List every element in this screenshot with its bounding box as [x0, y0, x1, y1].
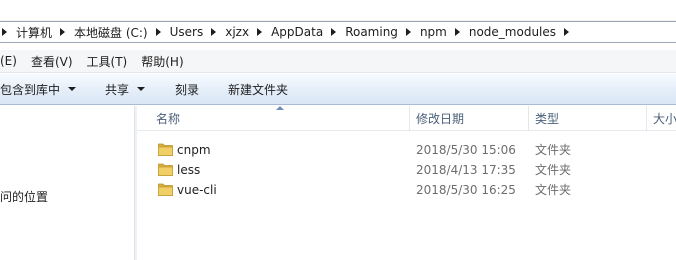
chevron-right-icon[interactable] — [454, 28, 460, 36]
menu-bar: (E) 查看(V) 工具(T) 帮助(H) — [0, 50, 676, 73]
navigation-pane: 问的位置 — [0, 106, 134, 260]
breadcrumb-roaming[interactable]: Roaming — [345, 25, 398, 39]
menu-view[interactable]: 查看(V) — [31, 53, 73, 70]
file-row[interactable]: cnpm 2018/5/30 15:06 文件夹 — [137, 140, 676, 160]
new-folder-button[interactable]: 新建文件夹 — [228, 81, 288, 98]
folder-icon — [158, 183, 173, 196]
share-button[interactable]: 共享 — [105, 81, 146, 98]
column-header-date[interactable]: 修改日期 — [409, 106, 528, 131]
chevron-right-icon[interactable] — [155, 28, 161, 36]
file-row[interactable]: vue-cli 2018/5/30 16:25 文件夹 — [137, 180, 676, 200]
file-type: 文件夹 — [535, 143, 572, 157]
column-header-name[interactable]: 名称 — [149, 106, 407, 131]
file-row[interactable]: less 2018/4/13 17:35 文件夹 — [137, 160, 676, 180]
share-label: 共享 — [105, 82, 130, 97]
menu-edit[interactable]: (E) — [0, 54, 17, 68]
breadcrumb-npm[interactable]: npm — [420, 25, 447, 39]
column-header-row: 名称 修改日期 类型 大小 — [137, 106, 676, 131]
chevron-right-icon[interactable] — [405, 28, 411, 36]
breadcrumb-users[interactable]: Users — [170, 25, 204, 39]
breadcrumb-appdata[interactable]: AppData — [271, 25, 323, 39]
chevron-right-icon[interactable] — [331, 28, 337, 36]
column-header-size[interactable]: 大小 — [646, 106, 676, 131]
command-toolbar: 包含到库中 共享 刻录 新建文件夹 — [0, 74, 676, 105]
chevron-right-icon[interactable] — [564, 28, 570, 36]
window-top-strip — [0, 0, 676, 21]
burn-button[interactable]: 刻录 — [175, 81, 199, 98]
breadcrumb-computer[interactable]: 计算机 — [16, 24, 52, 41]
column-header-type[interactable]: 类型 — [528, 106, 646, 131]
caret-down-icon — [68, 87, 77, 91]
breadcrumb-node-modules[interactable]: node_modules — [469, 25, 556, 39]
chevron-right-icon[interactable] — [2, 28, 7, 36]
chevron-right-icon[interactable] — [60, 28, 66, 36]
file-modified-date: 2018/5/30 16:25 — [416, 183, 516, 197]
file-name: vue-cli — [177, 183, 217, 197]
folder-icon — [158, 163, 173, 176]
caret-down-icon — [137, 87, 146, 91]
breadcrumb-local-disk[interactable]: 本地磁盘 (C:) — [74, 24, 148, 41]
new-folder-label: 新建文件夹 — [228, 82, 289, 97]
include-in-library-label: 包含到库中 — [0, 82, 61, 97]
chevron-right-icon[interactable] — [211, 28, 217, 36]
burn-label: 刻录 — [175, 82, 200, 97]
include-in-library-button[interactable]: 包含到库中 — [0, 81, 77, 98]
file-name: less — [177, 163, 201, 177]
file-modified-date: 2018/4/13 17:35 — [416, 163, 516, 177]
file-type: 文件夹 — [535, 163, 572, 177]
file-type: 文件夹 — [535, 183, 572, 197]
file-modified-date: 2018/5/30 15:06 — [416, 143, 516, 157]
chevron-right-icon[interactable] — [257, 28, 263, 36]
folder-icon — [158, 143, 173, 156]
menu-tools[interactable]: 工具(T) — [87, 53, 128, 70]
breadcrumb[interactable]: 计算机 本地磁盘 (C:) Users xjzx AppData Roaming… — [0, 21, 676, 43]
breadcrumb-xjzx[interactable]: xjzx — [225, 25, 249, 39]
nav-item-recent-places[interactable]: 问的位置 — [0, 188, 48, 205]
file-list-pane: 名称 修改日期 类型 大小 cnpm 2018/5/30 15:06 文件夹 l… — [137, 106, 676, 260]
file-name: cnpm — [177, 143, 211, 157]
menu-help[interactable]: 帮助(H) — [141, 53, 183, 70]
